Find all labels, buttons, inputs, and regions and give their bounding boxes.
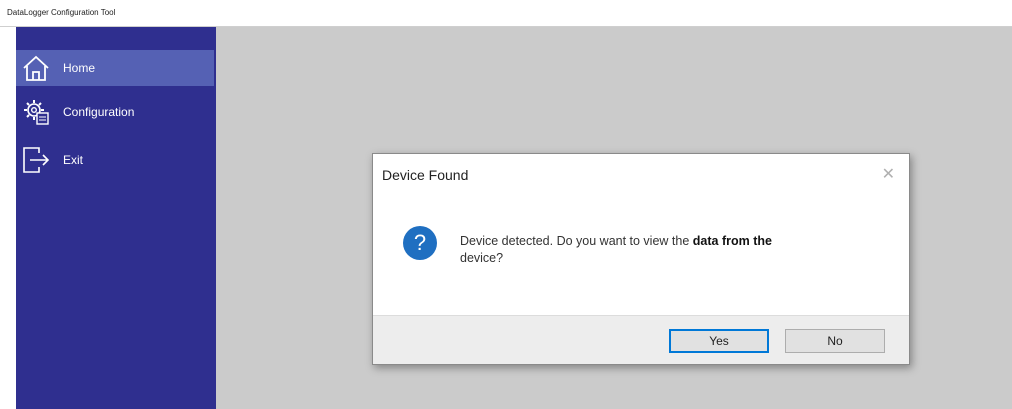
- dialog-footer: Yes No: [373, 315, 909, 364]
- sidebar-item-label: Home: [63, 61, 96, 75]
- sidebar-item-label: Exit: [63, 153, 84, 167]
- dialog-message-bold: data from the: [692, 234, 772, 248]
- dialog-title: Device Found: [382, 167, 469, 183]
- sidebar-item-exit[interactable]: Exit: [16, 142, 214, 178]
- close-icon[interactable]: ✕: [882, 164, 895, 184]
- dialog-message-text: Device detected. Do you want to view the: [460, 234, 693, 248]
- sidebar-item-home[interactable]: Home: [16, 50, 214, 86]
- window-title: DataLogger Configuration Tool: [7, 8, 116, 17]
- dialog-message-text-2: device?: [460, 251, 504, 265]
- home-icon: [23, 55, 49, 81]
- exit-icon: [23, 147, 50, 173]
- question-icon: ?: [403, 226, 437, 260]
- dialog-message: Device detected. Do you want to view the…: [460, 233, 880, 267]
- no-button[interactable]: No: [785, 329, 885, 353]
- sidebar-item-label: Configuration: [63, 105, 135, 119]
- gear-icon: [24, 100, 49, 125]
- title-bar: DataLogger Configuration Tool: [0, 0, 1012, 27]
- sidebar-item-configuration[interactable]: Configuration: [16, 94, 214, 130]
- device-found-dialog: Device Found ✕ ? Device detected. Do you…: [372, 153, 910, 365]
- yes-button[interactable]: Yes: [669, 329, 769, 353]
- sidebar: Home Configuration Exit: [16, 27, 216, 409]
